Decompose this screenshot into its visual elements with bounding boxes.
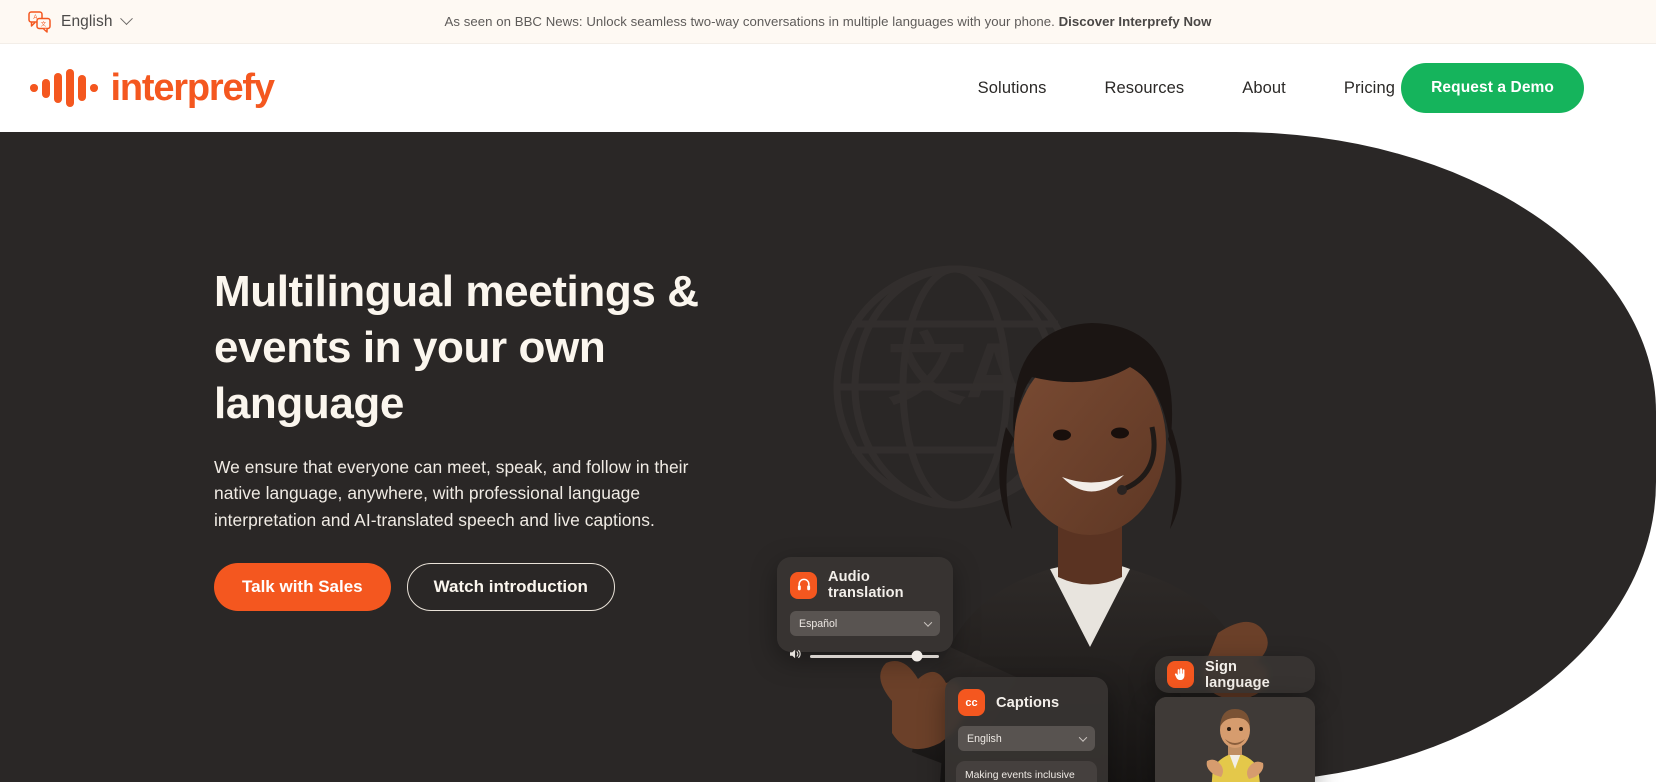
sign-language-card[interactable]: Sign language (1155, 656, 1315, 693)
announcement-message: As seen on BBC News: Unlock seamless two… (444, 14, 1055, 29)
main-navigation: Solutions Resources About Pricing (949, 79, 1424, 98)
chevron-down-icon (923, 617, 933, 627)
audio-language-select[interactable]: Español (790, 611, 940, 636)
talk-with-sales-button[interactable]: Talk with Sales (214, 562, 391, 611)
audio-wave-icon (30, 67, 98, 109)
captions-card-header: cc Captions (945, 677, 1108, 726)
captions-card-title: Captions (996, 694, 1060, 711)
hero-paragraph-line-2: native language, anywhere, with professi… (214, 483, 641, 504)
nav-item-solutions[interactable]: Solutions (949, 79, 1076, 98)
nav-item-about[interactable]: About (1213, 79, 1315, 98)
announcement-text: As seen on BBC News: Unlock seamless two… (0, 14, 1656, 29)
captions-text-box: Making events inclusive and accessible f… (956, 761, 1097, 782)
volume-slider[interactable] (810, 650, 939, 662)
chevron-down-icon (119, 12, 133, 26)
chevron-down-icon (1078, 732, 1088, 742)
nav-item-resources[interactable]: Resources (1075, 79, 1213, 98)
hero-paragraph-line-3: interpretation and AI-translated speech … (214, 509, 655, 530)
signer-illustration (1155, 697, 1315, 782)
hero-content: Multilingual meetings & events in your o… (214, 264, 774, 611)
audio-volume-control[interactable] (777, 636, 953, 665)
translate-chat-icon: A 文 (28, 10, 52, 33)
sign-card-title: Sign language (1205, 658, 1270, 691)
speaker-icon (789, 647, 802, 665)
svg-text:文: 文 (41, 19, 47, 27)
audio-card-title: Audio translation (828, 569, 904, 601)
site-header: interprefy Solutions Resources About Pri… (0, 44, 1656, 132)
sign-card-header: Sign language (1155, 659, 1315, 691)
page-root: A 文 English As seen on BBC News: Unlock … (0, 0, 1656, 782)
hero-heading-line-1: Multilingual meetings & (214, 267, 699, 316)
hero-heading-line-3: language (214, 378, 404, 428)
hero-heading-line-2: events in your own (214, 322, 606, 372)
caption-line-1: Making events inclusive and accessible f… (965, 770, 1075, 781)
audio-language-value: Español (799, 617, 838, 630)
audio-translation-card[interactable]: Audio translation Español (777, 557, 953, 662)
audio-card-header: Audio translation (777, 557, 953, 611)
hero-section: 文A Multilingual meetings & events in you… (0, 132, 1656, 782)
request-demo-button[interactable]: Request a Demo (1401, 63, 1584, 113)
sign-language-video[interactable] (1155, 697, 1315, 782)
hero-paragraph: We ensure that everyone can meet, speak,… (214, 454, 714, 533)
volume-slider-handle[interactable] (911, 650, 923, 662)
captions-card[interactable]: cc Captions English Making events inclus… (945, 677, 1108, 782)
logo-wordmark: interprefy (110, 67, 275, 109)
headphones-icon (790, 571, 817, 599)
captions-language-value: English (967, 732, 1002, 745)
logo[interactable]: interprefy (30, 67, 275, 109)
closed-captions-icon: cc (958, 689, 985, 716)
watch-introduction-button[interactable]: Watch introduction (406, 562, 615, 611)
language-label: English (61, 12, 113, 30)
hand-sign-icon (1167, 661, 1194, 688)
hero-actions: Talk with Sales Watch introduction (214, 562, 774, 611)
announcement-bar: A 文 English As seen on BBC News: Unlock … (0, 0, 1656, 44)
cc-badge-text: cc (965, 696, 978, 709)
captions-language-select[interactable]: English (958, 726, 1095, 751)
announcement-cta-link[interactable]: Discover Interprefy Now (1059, 14, 1212, 29)
hero-paragraph-line-1: We ensure that everyone can meet, speak,… (214, 456, 689, 477)
language-selector[interactable]: A 文 English (28, 10, 133, 33)
hero-heading: Multilingual meetings & events in your o… (214, 264, 774, 432)
